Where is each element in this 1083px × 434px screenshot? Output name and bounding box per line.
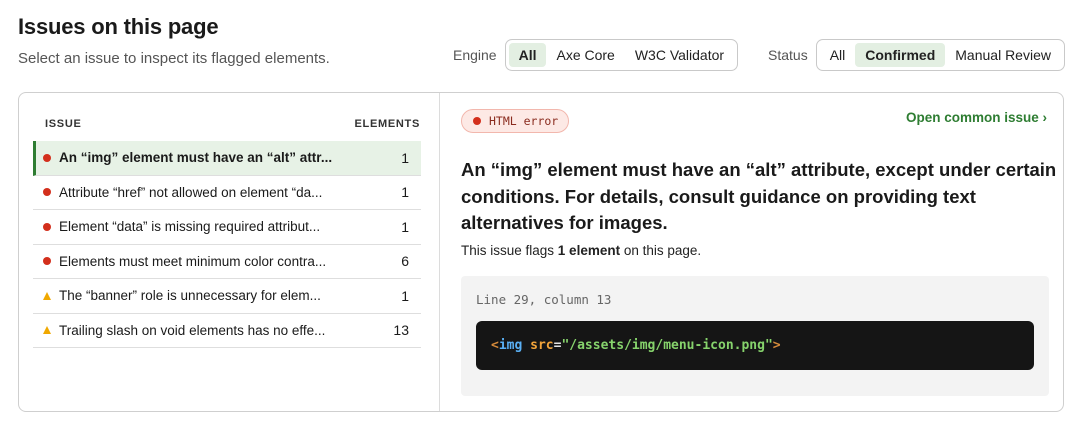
error-icon [43,222,51,231]
page-subtitle: Select an issue to inspect its flagged e… [18,50,330,67]
issue-row[interactable]: Attribute “href” not allowed on element … [33,176,421,210]
source-location: Line 29, column 13 [476,292,612,307]
engine-option-axe-core[interactable]: Axe Core [546,43,624,67]
flagged-element-card[interactable]: Line 29, column 13 < img src = "/assets/img… [461,276,1049,396]
issue-label: Trailing slash on void elements has no e… [59,322,326,338]
status-filter-label: Status [768,47,808,63]
issue-label: The “banner” role is unnecessary for ele… [59,288,321,304]
error-icon [43,257,51,266]
issue-label: Attribute “href” not allowed on element … [59,184,323,200]
status-segmented-control: All Confirmed Manual Review [815,39,1065,71]
issue-label: Element “data” is missing required attri… [59,219,321,235]
engine-option-all[interactable]: All [508,43,547,67]
code-snippet: < img src = "/assets/img/menu-icon.png" > [476,321,1034,370]
issue-detail-title: An “img” element must have an “alt” attr… [461,159,1057,233]
status-option-all[interactable]: All [820,43,856,67]
code-token-value: "/assets/img/menu-icon.png" [561,338,773,353]
issue-row[interactable]: Elements must meet minimum color contra.… [33,245,421,279]
issue-row[interactable]: Element “data” is missing required attri… [33,210,421,245]
issue-list-pane: ISSUE ELEMENTS An “img” element must hav… [19,93,440,411]
issue-element-count: 13 [393,322,409,339]
page-title: Issues on this page [18,14,219,39]
code-token-tag: img [498,338,523,353]
issue-summary-prefix: This issue flags [461,243,558,258]
issue-row[interactable]: An “img” element must have an “alt” attr… [33,141,421,176]
issue-element-count: 1 [401,287,409,304]
issue-element-count: 6 [401,253,409,270]
warning-icon [43,326,51,335]
open-common-issue-link[interactable]: Open common issue › [906,110,1047,125]
code-token-open: < [491,338,499,353]
error-icon [43,153,51,162]
issue-element-count: 1 [401,218,409,235]
code-token-eq: = [553,338,562,353]
engine-filter-label: Engine [453,47,497,63]
column-header-issue: ISSUE [45,118,82,130]
column-header-elements: ELEMENTS [354,118,420,130]
issue-label: Elements must meet minimum color contra.… [59,253,327,269]
issues-panel: ISSUE ELEMENTS An “img” element must hav… [18,92,1064,412]
issue-summary-count: 1 element [557,243,621,258]
issue-row[interactable]: Trailing slash on void elements has no e… [33,314,421,348]
issue-type-badge: HTML error [461,109,570,133]
issue-element-count: 1 [401,184,409,201]
error-icon [473,117,481,125]
issue-summary: This issue flags 1 element on this page. [461,243,701,258]
engine-filter: Engine All Axe Core W3C Validator [453,39,739,71]
engine-option-w3c-validator[interactable]: W3C Validator [625,43,734,67]
error-icon [43,188,51,197]
issue-detail-pane: HTML error Open common issue › An “img” … [441,93,1063,411]
status-option-confirmed[interactable]: Confirmed [855,43,946,67]
warning-icon [43,291,51,300]
code-token-close: > [772,338,781,353]
code-token-attr: src [530,338,554,353]
issue-element-count: 1 [401,149,409,166]
issue-type-label: HTML error [489,114,559,128]
issue-list: An “img” element must have an “alt” attr… [33,141,421,348]
status-filter: Status All Confirmed Manual Review [768,39,1065,71]
issue-row[interactable]: The “banner” role is unnecessary for ele… [33,279,421,314]
issue-summary-suffix: on this page. [620,243,702,258]
issue-label: An “img” element must have an “alt” attr… [59,150,333,166]
status-option-manual-review[interactable]: Manual Review [945,43,1061,67]
engine-segmented-control: All Axe Core W3C Validator [504,39,739,71]
